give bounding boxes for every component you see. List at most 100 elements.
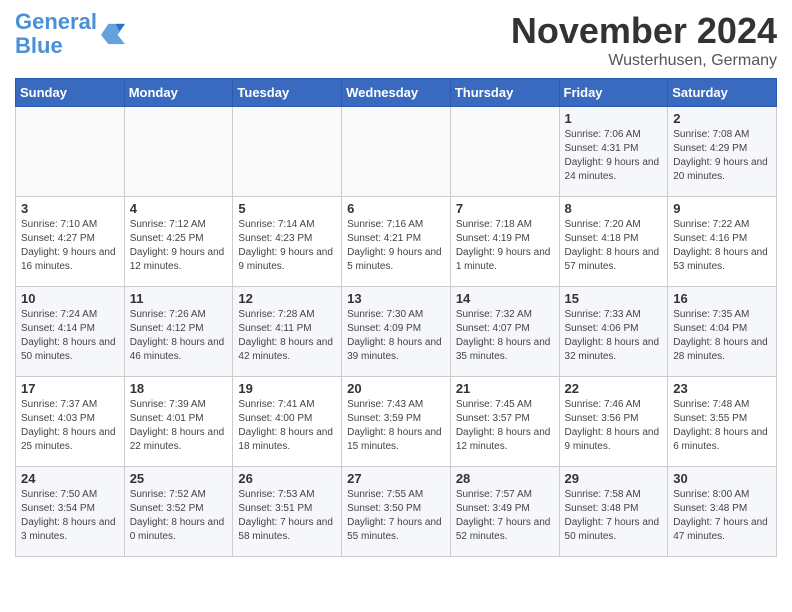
day-number: 23: [673, 381, 771, 396]
calendar-cell: 2Sunrise: 7:08 AM Sunset: 4:29 PM Daylig…: [668, 107, 777, 197]
day-number: 5: [238, 201, 336, 216]
header: General Blue November 2024 Wusterhusen, …: [15, 10, 777, 70]
logo-icon: [99, 22, 127, 46]
day-info: Sunrise: 7:57 AM Sunset: 3:49 PM Dayligh…: [456, 488, 554, 544]
day-info: Sunrise: 7:52 AM Sunset: 3:52 PM Dayligh…: [130, 488, 228, 544]
day-number: 29: [565, 471, 663, 486]
col-header-thursday: Thursday: [450, 79, 559, 107]
day-info: Sunrise: 7:50 AM Sunset: 3:54 PM Dayligh…: [21, 488, 119, 544]
day-info: Sunrise: 7:32 AM Sunset: 4:07 PM Dayligh…: [456, 308, 554, 364]
day-info: Sunrise: 7:22 AM Sunset: 4:16 PM Dayligh…: [673, 218, 771, 274]
day-number: 10: [21, 291, 119, 306]
calendar-week-2: 3Sunrise: 7:10 AM Sunset: 4:27 PM Daylig…: [16, 197, 777, 287]
day-info: Sunrise: 8:00 AM Sunset: 3:48 PM Dayligh…: [673, 488, 771, 544]
calendar-cell: 11Sunrise: 7:26 AM Sunset: 4:12 PM Dayli…: [124, 287, 233, 377]
calendar-cell: 6 Sunrise: 7:16 AM Sunset: 4:21 PM Daylig…: [342, 197, 451, 287]
day-info: Sunrise: 7:30 AM Sunset: 4:09 PM Dayligh…: [347, 308, 445, 364]
calendar-header-row: SundayMondayTuesdayWednesdayThursdayFrid…: [16, 79, 777, 107]
calendar-cell: 16 Sunrise: 7:35 AM Sunset: 4:04 PM Dayli…: [668, 287, 777, 377]
day-info: Sunrise: 7:14 AM Sunset: 4:23 PM Dayligh…: [238, 218, 336, 274]
day-number: 13: [347, 291, 445, 306]
calendar-cell: 23 Sunrise: 7:48 AM Sunset: 3:55 PM Dayli…: [668, 377, 777, 467]
day-number: 20: [347, 381, 445, 396]
day-number: 25: [130, 471, 228, 486]
day-number: 8: [565, 201, 663, 216]
calendar-cell: 25 Sunrise: 7:52 AM Sunset: 3:52 PM Dayli…: [124, 467, 233, 557]
day-info: Sunrise: 7:26 AM Sunset: 4:12 PM Dayligh…: [130, 308, 228, 364]
calendar-cell: 13 Sunrise: 7:30 AM Sunset: 4:09 PM Dayli…: [342, 287, 451, 377]
day-info: Sunrise: 7:37 AM Sunset: 4:03 PM Dayligh…: [21, 398, 119, 454]
calendar-cell: 28Sunrise: 7:57 AM Sunset: 3:49 PM Dayli…: [450, 467, 559, 557]
calendar-cell: 21 Sunrise: 7:45 AM Sunset: 3:57 PM Dayli…: [450, 377, 559, 467]
day-number: 6: [347, 201, 445, 216]
day-info: Sunrise: 7:53 AM Sunset: 3:51 PM Dayligh…: [238, 488, 336, 544]
day-number: 16: [673, 291, 771, 306]
calendar-week-4: 17 Sunrise: 7:37 AM Sunset: 4:03 PM Dayli…: [16, 377, 777, 467]
day-info: Sunrise: 7:16 AM Sunset: 4:21 PM Dayligh…: [347, 218, 445, 274]
col-header-friday: Friday: [559, 79, 668, 107]
calendar-table: SundayMondayTuesdayWednesdayThursdayFrid…: [15, 78, 777, 557]
day-info: Sunrise: 7:35 AM Sunset: 4:04 PM Dayligh…: [673, 308, 771, 364]
logo-text: General Blue: [15, 10, 97, 58]
day-info: Sunrise: 7:41 AM Sunset: 4:00 PM Dayligh…: [238, 398, 336, 454]
day-number: 17: [21, 381, 119, 396]
calendar-cell: 30Sunrise: 8:00 AM Sunset: 3:48 PM Dayli…: [668, 467, 777, 557]
calendar-cell: [342, 107, 451, 197]
col-header-tuesday: Tuesday: [233, 79, 342, 107]
calendar-cell: 18Sunrise: 7:39 AM Sunset: 4:01 PM Dayli…: [124, 377, 233, 467]
day-number: 14: [456, 291, 554, 306]
calendar-cell: 1Sunrise: 7:06 AM Sunset: 4:31 PM Daylig…: [559, 107, 668, 197]
day-number: 18: [130, 381, 228, 396]
page: General Blue November 2024 Wusterhusen, …: [0, 0, 792, 567]
day-number: 2: [673, 111, 771, 126]
day-number: 21: [456, 381, 554, 396]
calendar-cell: 15Sunrise: 7:33 AM Sunset: 4:06 PM Dayli…: [559, 287, 668, 377]
calendar-cell: 26Sunrise: 7:53 AM Sunset: 3:51 PM Dayli…: [233, 467, 342, 557]
day-info: Sunrise: 7:58 AM Sunset: 3:48 PM Dayligh…: [565, 488, 663, 544]
calendar-cell: 7 Sunrise: 7:18 AM Sunset: 4:19 PM Daylig…: [450, 197, 559, 287]
calendar-cell: [16, 107, 125, 197]
day-info: Sunrise: 7:48 AM Sunset: 3:55 PM Dayligh…: [673, 398, 771, 454]
day-info: Sunrise: 7:28 AM Sunset: 4:11 PM Dayligh…: [238, 308, 336, 364]
day-info: Sunrise: 7:18 AM Sunset: 4:19 PM Dayligh…: [456, 218, 554, 274]
day-info: Sunrise: 7:33 AM Sunset: 4:06 PM Dayligh…: [565, 308, 663, 364]
day-info: Sunrise: 7:43 AM Sunset: 3:59 PM Dayligh…: [347, 398, 445, 454]
calendar-cell: 9 Sunrise: 7:22 AM Sunset: 4:16 PM Daylig…: [668, 197, 777, 287]
calendar-cell: 14 Sunrise: 7:32 AM Sunset: 4:07 PM Dayli…: [450, 287, 559, 377]
day-info: Sunrise: 7:46 AM Sunset: 3:56 PM Dayligh…: [565, 398, 663, 454]
calendar-cell: 4 Sunrise: 7:12 AM Sunset: 4:25 PM Daylig…: [124, 197, 233, 287]
day-number: 4: [130, 201, 228, 216]
calendar-cell: 8 Sunrise: 7:20 AM Sunset: 4:18 PM Daylig…: [559, 197, 668, 287]
calendar-cell: 10 Sunrise: 7:24 AM Sunset: 4:14 PM Dayli…: [16, 287, 125, 377]
day-number: 3: [21, 201, 119, 216]
col-header-saturday: Saturday: [668, 79, 777, 107]
calendar-cell: 19 Sunrise: 7:41 AM Sunset: 4:00 PM Dayli…: [233, 377, 342, 467]
col-header-sunday: Sunday: [16, 79, 125, 107]
day-info: Sunrise: 7:12 AM Sunset: 4:25 PM Dayligh…: [130, 218, 228, 274]
day-info: Sunrise: 7:06 AM Sunset: 4:31 PM Dayligh…: [565, 128, 663, 184]
calendar-week-3: 10 Sunrise: 7:24 AM Sunset: 4:14 PM Dayli…: [16, 287, 777, 377]
calendar-week-1: 1Sunrise: 7:06 AM Sunset: 4:31 PM Daylig…: [16, 107, 777, 197]
day-info: Sunrise: 7:24 AM Sunset: 4:14 PM Dayligh…: [21, 308, 119, 364]
calendar-cell: [124, 107, 233, 197]
day-number: 19: [238, 381, 336, 396]
day-info: Sunrise: 7:20 AM Sunset: 4:18 PM Dayligh…: [565, 218, 663, 274]
calendar-cell: 12Sunrise: 7:28 AM Sunset: 4:11 PM Dayli…: [233, 287, 342, 377]
title-block: November 2024 Wusterhusen, Germany: [511, 10, 777, 70]
day-info: Sunrise: 7:45 AM Sunset: 3:57 PM Dayligh…: [456, 398, 554, 454]
logo: General Blue: [15, 10, 127, 58]
day-number: 27: [347, 471, 445, 486]
col-header-wednesday: Wednesday: [342, 79, 451, 107]
day-number: 9: [673, 201, 771, 216]
calendar-cell: 17 Sunrise: 7:37 AM Sunset: 4:03 PM Dayli…: [16, 377, 125, 467]
calendar-cell: 20 Sunrise: 7:43 AM Sunset: 3:59 PM Dayli…: [342, 377, 451, 467]
day-number: 7: [456, 201, 554, 216]
day-number: 22: [565, 381, 663, 396]
col-header-monday: Monday: [124, 79, 233, 107]
calendar-cell: 5 Sunrise: 7:14 AM Sunset: 4:23 PM Daylig…: [233, 197, 342, 287]
day-info: Sunrise: 7:55 AM Sunset: 3:50 PM Dayligh…: [347, 488, 445, 544]
calendar-cell: 27 Sunrise: 7:55 AM Sunset: 3:50 PM Dayli…: [342, 467, 451, 557]
day-number: 24: [21, 471, 119, 486]
calendar-cell: 29 Sunrise: 7:58 AM Sunset: 3:48 PM Dayli…: [559, 467, 668, 557]
calendar-cell: 24 Sunrise: 7:50 AM Sunset: 3:54 PM Dayli…: [16, 467, 125, 557]
